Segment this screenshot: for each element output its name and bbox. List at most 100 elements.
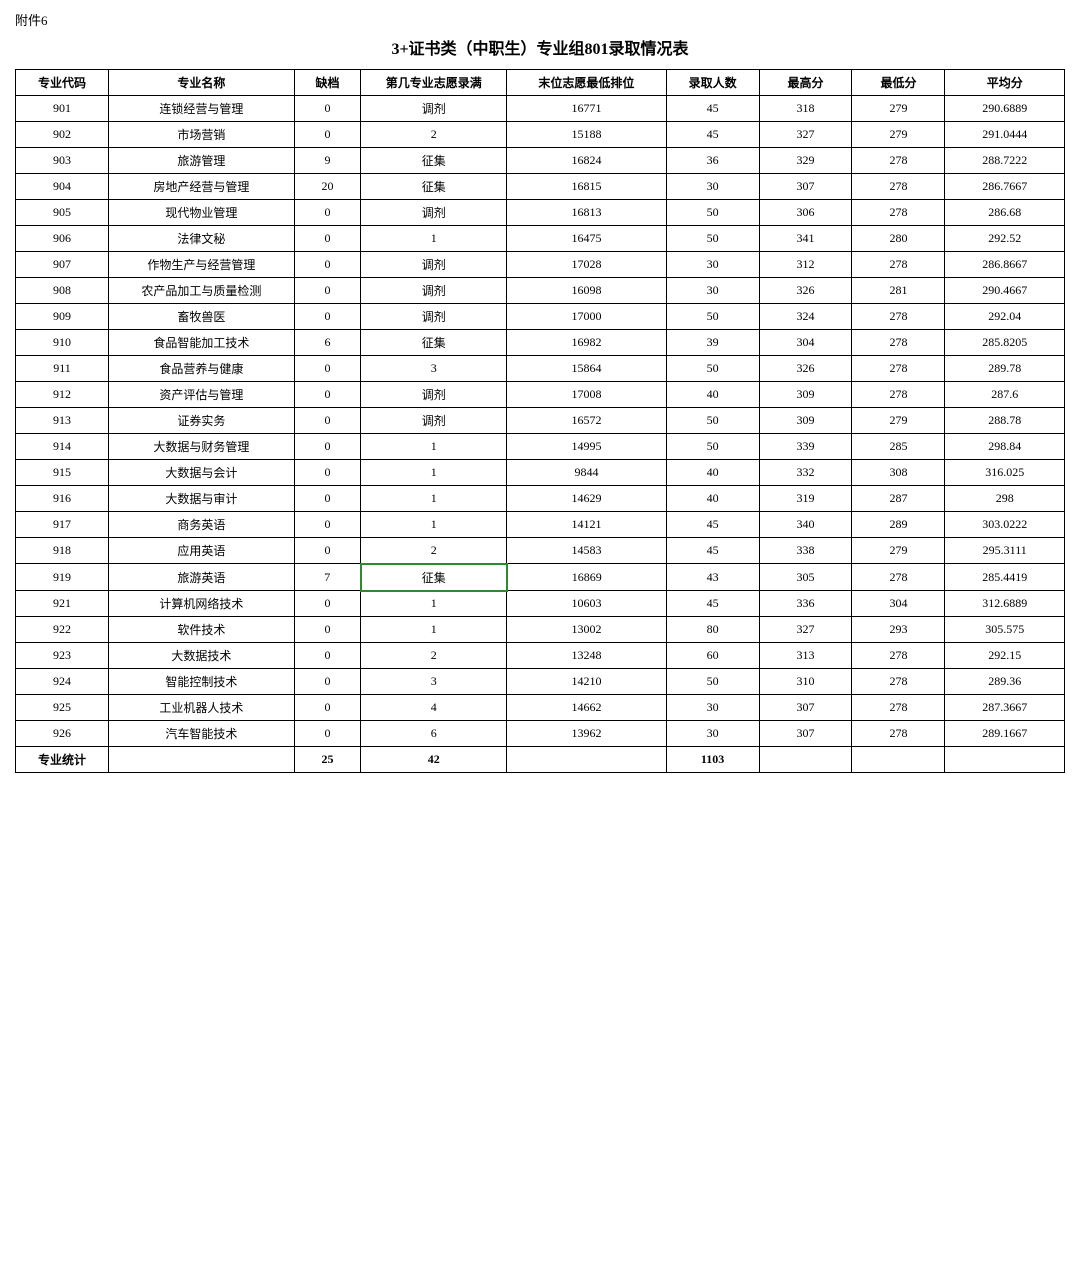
table-cell: 305.575: [945, 617, 1065, 643]
table-cell: 916: [16, 486, 109, 512]
table-cell: 0: [294, 721, 360, 747]
table-cell: 0: [294, 226, 360, 252]
table-cell: 922: [16, 617, 109, 643]
table-cell: 295.3111: [945, 538, 1065, 564]
table-cell: 7: [294, 564, 360, 591]
table-cell: 50: [666, 200, 759, 226]
table-cell: 905: [16, 200, 109, 226]
header-min: 最低分: [852, 70, 945, 96]
table-cell: 285.4419: [945, 564, 1065, 591]
table-cell: 278: [852, 330, 945, 356]
table-cell: 征集: [361, 174, 507, 200]
table-cell: 326: [759, 356, 852, 382]
table-cell: 285: [852, 434, 945, 460]
table-cell: 279: [852, 538, 945, 564]
table-cell: 917: [16, 512, 109, 538]
table-cell: 0: [294, 617, 360, 643]
table-cell: 现代物业管理: [108, 200, 294, 226]
table-cell: 0: [294, 434, 360, 460]
table-cell: 调剂: [361, 96, 507, 122]
table-cell: 924: [16, 669, 109, 695]
table-cell: 0: [294, 591, 360, 617]
table-cell: 45: [666, 591, 759, 617]
table-cell: 903: [16, 148, 109, 174]
table-cell: 906: [16, 226, 109, 252]
table-row: 915大数据与会计01984440332308316.025: [16, 460, 1065, 486]
table-cell: 证券实务: [108, 408, 294, 434]
table-cell: 30: [666, 278, 759, 304]
table-cell: 313: [759, 643, 852, 669]
table-cell: 287.6: [945, 382, 1065, 408]
table-cell: 0: [294, 486, 360, 512]
table-cell: 30: [666, 252, 759, 278]
total-shortage-cell: 25: [294, 747, 360, 773]
main-table: 专业代码 专业名称 缺档 第几专业志愿录满 末位志愿最低排位 录取人数 最高分 …: [15, 69, 1065, 773]
total-label-col2: [108, 747, 294, 773]
table-cell: 289.1667: [945, 721, 1065, 747]
table-cell: 307: [759, 695, 852, 721]
table-row: 912资产评估与管理0调剂1700840309278287.6: [16, 382, 1065, 408]
table-cell: 畜牧兽医: [108, 304, 294, 330]
header-max: 最高分: [759, 70, 852, 96]
table-cell: 2: [361, 538, 507, 564]
table-row: 917商务英语011412145340289303.0222: [16, 512, 1065, 538]
table-cell: 0: [294, 512, 360, 538]
table-cell: 278: [852, 252, 945, 278]
table-cell: 908: [16, 278, 109, 304]
table-cell: 912: [16, 382, 109, 408]
header-name: 专业名称: [108, 70, 294, 96]
header-enrolled: 录取人数: [666, 70, 759, 96]
table-row: 919旅游英语7征集1686943305278285.4419: [16, 564, 1065, 591]
table-cell: 资产评估与管理: [108, 382, 294, 408]
table-cell: 0: [294, 200, 360, 226]
table-cell: 商务英语: [108, 512, 294, 538]
table-cell: 调剂: [361, 200, 507, 226]
table-cell: 327: [759, 122, 852, 148]
table-cell: 278: [852, 721, 945, 747]
table-cell: 914: [16, 434, 109, 460]
table-cell: 大数据技术: [108, 643, 294, 669]
table-cell: 45: [666, 538, 759, 564]
table-cell: 0: [294, 408, 360, 434]
table-cell: 13002: [507, 617, 666, 643]
table-cell: 20: [294, 174, 360, 200]
total-label-col1: 专业统计: [16, 747, 109, 773]
table-cell: 9844: [507, 460, 666, 486]
table-cell: 278: [852, 174, 945, 200]
table-cell: 339: [759, 434, 852, 460]
table-cell: 旅游管理: [108, 148, 294, 174]
table-cell: 307: [759, 721, 852, 747]
table-cell: 0: [294, 252, 360, 278]
table-cell: 304: [852, 591, 945, 617]
table-cell: 278: [852, 669, 945, 695]
table-cell: 0: [294, 695, 360, 721]
table-cell: 327: [759, 617, 852, 643]
table-cell: 45: [666, 122, 759, 148]
table-cell: 6: [294, 330, 360, 356]
header-code: 专业代码: [16, 70, 109, 96]
table-cell: 293: [852, 617, 945, 643]
header-shortage: 缺档: [294, 70, 360, 96]
table-row: 924智能控制技术031421050310278289.36: [16, 669, 1065, 695]
table-cell: 288.7222: [945, 148, 1065, 174]
table-cell: 16572: [507, 408, 666, 434]
table-cell: 16771: [507, 96, 666, 122]
table-cell: 30: [666, 721, 759, 747]
table-cell: 39: [666, 330, 759, 356]
table-cell: 308: [852, 460, 945, 486]
table-cell: 902: [16, 122, 109, 148]
table-cell: 16813: [507, 200, 666, 226]
table-row: 910食品智能加工技术6征集1698239304278285.8205: [16, 330, 1065, 356]
table-cell: 290.6889: [945, 96, 1065, 122]
table-cell: 278: [852, 356, 945, 382]
table-cell: 286.8667: [945, 252, 1065, 278]
table-cell: 307: [759, 174, 852, 200]
table-cell: 汽车智能技术: [108, 721, 294, 747]
attachment-label: 附件6: [15, 10, 1065, 29]
table-cell: 50: [666, 356, 759, 382]
table-cell: 食品营养与健康: [108, 356, 294, 382]
table-row: 913证券实务0调剂1657250309279288.78: [16, 408, 1065, 434]
table-cell: 279: [852, 408, 945, 434]
table-row: 914大数据与财务管理011499550339285298.84: [16, 434, 1065, 460]
table-cell: 309: [759, 382, 852, 408]
